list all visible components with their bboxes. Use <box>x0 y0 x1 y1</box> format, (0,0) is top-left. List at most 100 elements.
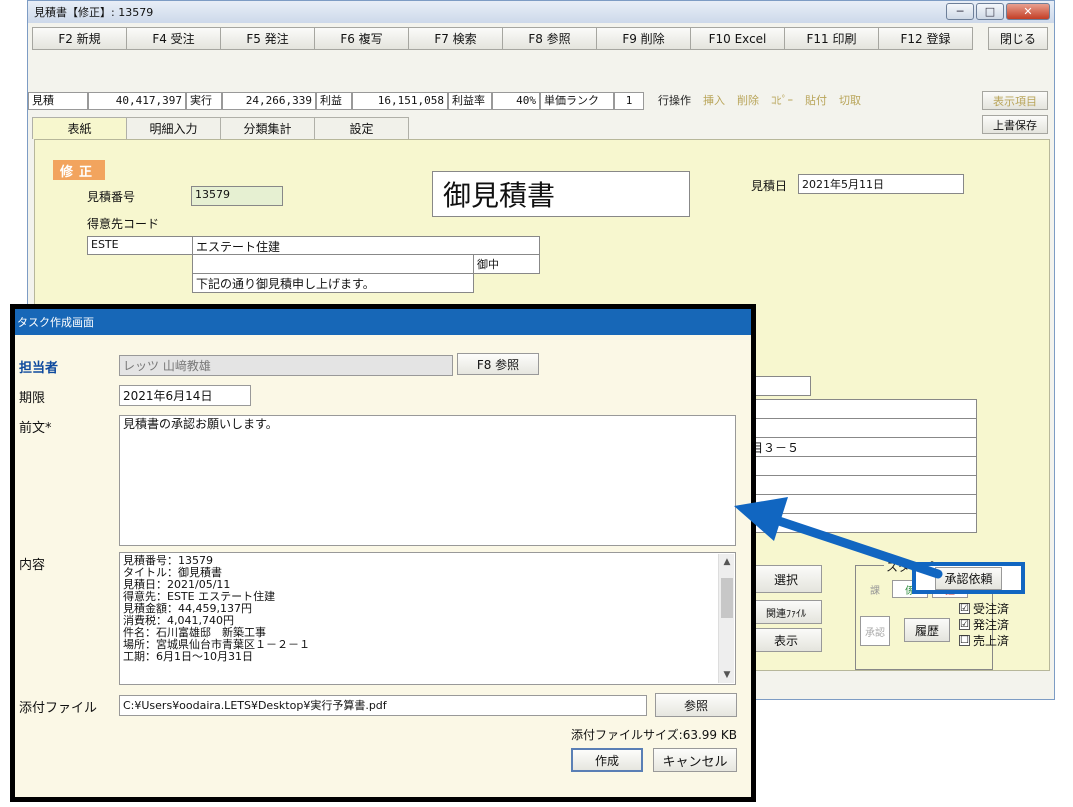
related-file-button[interactable]: 関連ﾌｧｲﾙ <box>750 600 822 624</box>
customer-code-label: 得意先コード <box>87 217 160 231</box>
f7-search-button[interactable]: F7 検索 <box>408 27 503 50</box>
sold-checkbox-icon: ☐ <box>959 635 970 646</box>
preface-label: 前文* <box>19 421 52 436</box>
display-items-button[interactable]: 表示項目 <box>982 91 1048 110</box>
approval-request-button[interactable]: 承認依頼 <box>935 566 1002 590</box>
row-copy-button[interactable]: ｺﾋﾟｰ <box>765 92 799 110</box>
rank-value[interactable]: 1 <box>614 92 644 110</box>
tab-settings[interactable]: 設定 <box>314 117 409 139</box>
attachment-field[interactable]: C:¥Users¥oodaira.LETS¥Desktop¥実行予算書.pdf <box>119 695 647 716</box>
preface-textarea[interactable]: 見積書の承認お願いします。 <box>119 415 736 546</box>
rank-label: 単価ランク <box>540 92 614 110</box>
f11-print-button[interactable]: F11 印刷 <box>784 27 879 50</box>
status-badge: 修正 <box>53 160 105 180</box>
dialog-title: タスク作成画面 <box>17 316 94 329</box>
margin-label: 利益率 <box>448 92 492 110</box>
partial-address-row-3[interactable]: 目３－５ <box>747 437 977 457</box>
row-ops-label: 行操作 <box>658 94 691 107</box>
f9-delete-button[interactable]: F9 削除 <box>596 27 691 50</box>
profit-value: 16,151,058 <box>352 92 448 110</box>
cancel-button[interactable]: キャンセル <box>653 748 737 772</box>
content-label: 内容 <box>19 558 46 573</box>
tab-detail-input[interactable]: 明細入力 <box>126 117 221 139</box>
assignee-field[interactable]: レッツ 山﨑教雄 <box>119 355 453 376</box>
scroll-up-icon[interactable]: ▲ <box>719 554 735 570</box>
display-button[interactable]: 表示 <box>750 628 822 652</box>
profit-label: 利益 <box>316 92 352 110</box>
partial-address-row-7[interactable] <box>747 513 977 533</box>
attachment-browse-button[interactable]: 参照 <box>655 693 737 717</box>
select-button[interactable]: 選択 <box>750 565 822 593</box>
task-create-dialog: タスク作成画面 担当者 レッツ 山﨑教雄 F8 参照 期限 2021年6月14日… <box>10 304 756 802</box>
stamp-section[interactable]: 課 <box>864 580 886 598</box>
estimate-value: 40,417,397 <box>88 92 186 110</box>
content-scrollbar[interactable]: ▲ ▼ <box>718 554 734 683</box>
dialog-titlebar: タスク作成画面 <box>15 309 751 335</box>
date-label: 見積日 <box>751 179 788 193</box>
tab-cover[interactable]: 表紙 <box>32 117 127 139</box>
history-button[interactable]: 履歴 <box>904 618 950 642</box>
row-cut-button[interactable]: 切取 <box>833 92 867 110</box>
actual-value: 24,266,339 <box>222 92 316 110</box>
f4-order-button[interactable]: F4 受注 <box>126 27 221 50</box>
f2-new-button[interactable]: F2 新規 <box>32 27 127 50</box>
greeting-field[interactable]: 下記の通り御見積申し上げます。 <box>192 273 474 293</box>
ordered-check[interactable]: ☑ 発注済 <box>959 616 1009 633</box>
partial-address-row-1[interactable] <box>747 399 977 419</box>
scroll-thumb[interactable] <box>721 578 733 618</box>
customer-code-field[interactable]: ESTE <box>87 236 193 255</box>
row-insert-button[interactable]: 挿入 <box>697 92 731 110</box>
assignee-label: 担当者 <box>19 361 59 376</box>
attachment-label: 添付ファイル <box>19 701 98 716</box>
actual-label: 実行 <box>186 92 222 110</box>
window-titlebar: 見積書【修正】: 13579 <box>28 1 1054 23</box>
approval-request-highlight: 承認依頼 <box>912 562 1025 594</box>
content-line: 工期：6月1日～10月31日 <box>123 650 253 663</box>
received-order-checkbox-icon: ☑ <box>959 603 970 614</box>
close-icon[interactable]: ✕ <box>1006 3 1050 20</box>
document-title[interactable]: 御見積書 <box>432 171 690 217</box>
estimate-label: 見積 <box>28 92 88 110</box>
maximize-icon[interactable]: □ <box>976 3 1004 20</box>
quote-no-field[interactable]: 13579 <box>191 186 283 206</box>
f12-register-button[interactable]: F12 登録 <box>878 27 973 50</box>
honorific-field[interactable]: 御中 <box>473 254 540 274</box>
ordered-label: 発注済 <box>973 618 1010 632</box>
deadline-label: 期限 <box>19 391 46 406</box>
received-order-label: 受注済 <box>973 602 1010 616</box>
deadline-field[interactable]: 2021年6月14日 <box>119 385 251 406</box>
content-textarea[interactable]: 見積番号：13579 タイトル：御見積書 見積日：2021/05/11 得意先：… <box>119 552 736 685</box>
sold-check[interactable]: ☐ 売上済 <box>959 632 1009 649</box>
dialog-body: 担当者 レッツ 山﨑教雄 F8 参照 期限 2021年6月14日 前文* 見積書… <box>15 335 751 797</box>
partial-address-row-2[interactable] <box>747 418 977 438</box>
scroll-down-icon[interactable]: ▼ <box>719 667 735 683</box>
overwrite-save-button[interactable]: 上書保存 <box>982 115 1048 134</box>
tab-category-summary[interactable]: 分類集計 <box>220 117 315 139</box>
attachment-size: 添付ファイルサイズ:63.99 KB <box>571 728 737 742</box>
row-paste-button[interactable]: 貼付 <box>799 92 833 110</box>
row-delete-button[interactable]: 削除 <box>731 92 765 110</box>
totals-row: 見積 40,417,397 実行 24,266,339 利益 16,151,05… <box>28 91 867 111</box>
create-button[interactable]: 作成 <box>571 748 643 772</box>
tab-bar: 表紙 明細入力 分類集計 設定 <box>32 117 409 139</box>
partial-address-row-5[interactable] <box>747 475 977 495</box>
quote-no-label: 見積番号 <box>87 190 136 204</box>
assignee-reference-button[interactable]: F8 参照 <box>457 353 539 375</box>
partial-address-row-6[interactable] <box>747 494 977 514</box>
function-key-toolbar: F2 新規 F4 受注 F5 発注 F6 複写 F7 検索 F8 参照 F9 削… <box>32 27 973 50</box>
f10-excel-button[interactable]: F10 Excel <box>690 27 785 50</box>
customer-name-2-field[interactable] <box>192 254 474 274</box>
date-field[interactable]: 2021年5月11日 <box>798 174 964 194</box>
approve-stamp[interactable]: 承認 <box>860 616 890 646</box>
partial-field-1[interactable] <box>747 376 811 396</box>
partial-address-row-4[interactable] <box>747 456 977 476</box>
close-window-button[interactable]: 閉じる <box>988 27 1048 50</box>
margin-value: 40% <box>492 92 540 110</box>
f6-copy-button[interactable]: F6 複写 <box>314 27 409 50</box>
minimize-icon[interactable]: ─ <box>946 3 974 20</box>
f5-purchase-button[interactable]: F5 発注 <box>220 27 315 50</box>
customer-name-field[interactable]: エステート住建 <box>192 236 540 255</box>
f8-reference-button[interactable]: F8 参照 <box>502 27 597 50</box>
received-order-check[interactable]: ☑ 受注済 <box>959 600 1009 617</box>
sold-label: 売上済 <box>973 634 1010 648</box>
